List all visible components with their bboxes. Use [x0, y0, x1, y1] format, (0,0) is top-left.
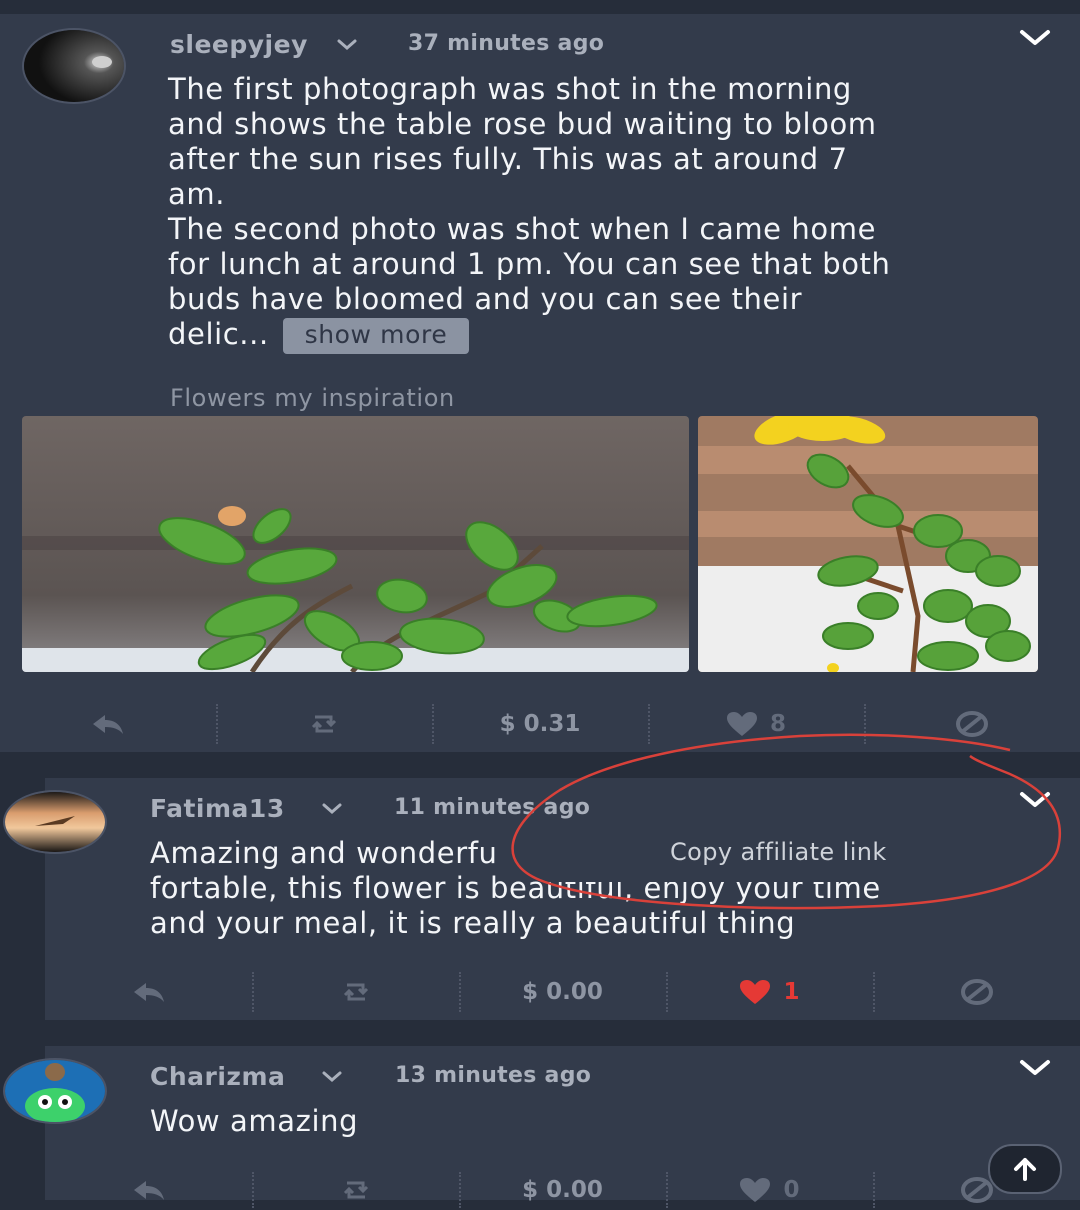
heart-icon	[740, 980, 771, 1004]
scroll-to-top-button[interactable]	[988, 1144, 1062, 1194]
heart-icon	[740, 1178, 771, 1202]
post-body-line: The first photograph was shot in the mor…	[168, 72, 852, 106]
chevron-down-icon[interactable]	[321, 1070, 343, 1084]
copy-affiliate-link-menu-item[interactable]: Copy affiliate link	[670, 838, 887, 866]
reply-button[interactable]	[45, 970, 252, 1014]
post-photo[interactable]	[698, 416, 1038, 672]
resteem-button[interactable]	[252, 970, 459, 1014]
resteem-icon	[311, 715, 337, 733]
chevron-down-icon[interactable]	[321, 802, 343, 816]
reply-icon	[93, 715, 123, 734]
post-body-line: delic... show more	[168, 317, 1048, 354]
post-timestamp: 37 minutes ago	[408, 31, 605, 56]
flag-icon	[960, 979, 993, 1005]
post-card: sleepyjey 37 minutes ago The first photo…	[0, 14, 1080, 752]
post-body-line: and shows the table rose bud waiting to …	[168, 107, 877, 141]
comment-timestamp: 13 minutes ago	[395, 1063, 592, 1088]
comment-action-bar: $ 0.00 1	[45, 970, 1080, 1014]
post-author[interactable]: sleepyjey	[170, 30, 308, 59]
comment-action-bar: $ 0.00 0	[45, 1170, 1080, 1210]
flag-icon	[956, 711, 988, 737]
post-body-line: am.	[168, 177, 226, 211]
chevron-down-icon[interactable]	[1018, 28, 1052, 48]
payout-value[interactable]: $ 0.00	[459, 970, 666, 1014]
like-count: 0	[783, 1177, 800, 1203]
post-body-line: for lunch at around 1 pm. You can see th…	[168, 247, 891, 281]
comment-body-line: and your meal, it is really a beautiful …	[150, 906, 796, 940]
post-photo[interactable]	[22, 416, 689, 672]
comment-body: Wow amazing	[150, 1104, 1050, 1139]
post-body-line: The second photo was shot when I came ho…	[168, 212, 877, 246]
show-more-button[interactable]: show more	[282, 318, 470, 354]
payout-value[interactable]: $ 0.31	[432, 702, 648, 746]
post-body-line: buds have bloomed and you can see their	[168, 282, 803, 316]
avatar[interactable]	[3, 1058, 107, 1124]
heart-icon	[726, 712, 757, 736]
chevron-down-icon[interactable]	[336, 38, 358, 52]
avatar[interactable]	[3, 790, 107, 854]
comment-body-line: Wow amazing	[150, 1104, 359, 1138]
resteem-icon	[343, 1181, 368, 1199]
flag-button[interactable]	[873, 970, 1080, 1014]
comment-author[interactable]: Fatima13	[150, 794, 285, 823]
reply-icon	[133, 1181, 164, 1200]
comment-author[interactable]: Charizma	[150, 1062, 285, 1091]
avatar[interactable]	[22, 28, 126, 104]
flag-button[interactable]	[864, 702, 1080, 746]
resteem-icon	[343, 983, 368, 1001]
payout-value[interactable]: $ 0.00	[459, 1170, 666, 1210]
like-button[interactable]: 0	[666, 1170, 873, 1210]
post-body: The first photograph was shot in the mor…	[168, 72, 1048, 354]
post-action-bar: $ 0.31 8	[0, 702, 1080, 746]
comment-card: Fatima13 11 minutes ago Amazing and wond…	[3, 778, 1080, 1020]
reply-button[interactable]	[0, 702, 216, 746]
resteem-button[interactable]	[252, 1170, 459, 1210]
comment-timestamp: 11 minutes ago	[394, 795, 591, 820]
chevron-down-icon[interactable]	[1018, 790, 1052, 810]
comment-card: Charizma 13 minutes ago Wow amazing $ 0.…	[3, 1046, 1080, 1208]
reply-button[interactable]	[45, 1170, 252, 1210]
reply-icon	[133, 983, 164, 1002]
chevron-down-icon[interactable]	[1018, 1058, 1052, 1078]
post-tag[interactable]: Flowers my inspiration	[170, 384, 455, 412]
post-body-truncated: delic...	[168, 317, 269, 351]
arrow-up-icon	[1014, 1158, 1036, 1181]
like-count: 8	[769, 711, 786, 737]
post-body-line: after the sun rises fully. This was at a…	[168, 142, 848, 176]
like-button[interactable]: 8	[648, 702, 864, 746]
like-button[interactable]: 1	[666, 970, 873, 1014]
resteem-button[interactable]	[216, 702, 432, 746]
like-count: 1	[783, 979, 800, 1005]
